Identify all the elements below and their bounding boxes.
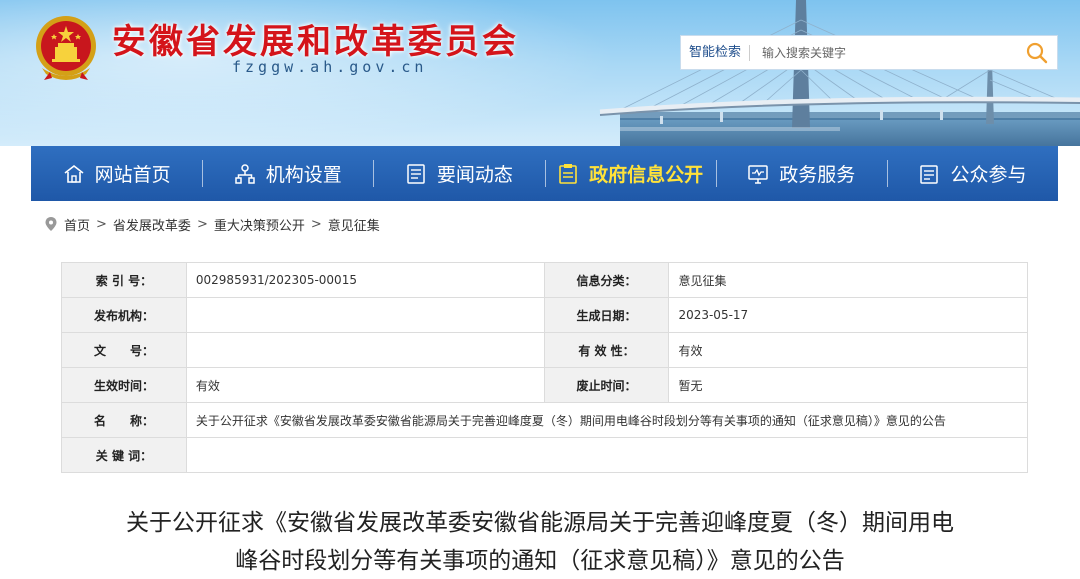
location-pin-icon	[45, 217, 57, 231]
info-disclosure-icon	[557, 163, 579, 185]
article-title-line: 峰谷时段划分等有关事项的通知（征求意见稿）》意见的公告	[235, 548, 845, 574]
breadcrumb: 首页 > 省发展改革委 > 重大决策预公开 > 意见征集	[44, 214, 380, 234]
home-icon	[63, 163, 85, 185]
breadcrumb-ndrc[interactable]: 省发展改革委	[113, 215, 191, 234]
bridge-illustration	[599, 0, 1080, 146]
nav-item-label: 政府信息公开	[589, 164, 704, 186]
article-title-line: 关于公开征求《安徽省发展改革委安徽省能源局关于完善迎峰度夏（冬）期间用电	[126, 510, 954, 536]
site-header: 安徽省发展和改革委员会 fzggw.ah.gov.cn 智能检索	[0, 0, 1080, 146]
article-title: 关于公开征求《安徽省发展改革委安徽省能源局关于完善迎峰度夏（冬）期间用电 峰谷时…	[60, 504, 1020, 579]
search-icon	[1026, 42, 1048, 63]
document-info-table: 索 引 号： 002985931/202305-00015 信息分类： 意见征集…	[61, 262, 1029, 473]
breadcrumb-separator: >	[310, 216, 322, 232]
validity-label: 有 效 性：	[543, 332, 670, 368]
news-icon	[405, 163, 427, 185]
keywords-value	[185, 437, 1029, 473]
nav-item-label: 公众参与	[950, 164, 1027, 186]
nav-item-news[interactable]: 要闻动态	[373, 146, 544, 201]
nav-item-services[interactable]: 政务服务	[715, 146, 887, 201]
search-input[interactable]	[750, 45, 1017, 60]
breadcrumb-home[interactable]: 首页	[64, 215, 90, 234]
index-no-value: 002985931/202305-00015	[185, 262, 545, 298]
search-label: 智能检索	[681, 44, 751, 61]
breadcrumb-separator: >	[96, 216, 107, 232]
keywords-label: 关 键 词：	[61, 437, 187, 473]
index-no-label: 索 引 号：	[61, 262, 187, 298]
org-chart-icon	[234, 163, 256, 185]
national-emblem-icon	[36, 16, 96, 80]
category-label: 信息分类：	[543, 262, 670, 298]
nav-item-info-disclosure[interactable]: 政府信息公开	[544, 146, 716, 201]
table-row: 发布机构： 生成日期： 2023-05-17	[61, 297, 1028, 333]
validity-value: 有效	[668, 332, 1028, 368]
doc-no-value	[185, 332, 545, 368]
table-row: 生效时间： 有效 废止时间： 暂无	[61, 367, 1028, 403]
monitor-icon	[747, 163, 769, 185]
doc-no-label: 文 号：	[61, 332, 187, 368]
main-nav: 网站首页 机构设置 要闻动态 政府信息公开 政务服务 公众参与	[31, 146, 1058, 201]
table-row: 索 引 号： 002985931/202305-00015 信息分类： 意见征集	[61, 262, 1028, 298]
search-button[interactable]	[1017, 36, 1057, 69]
nav-item-org[interactable]: 机构设置	[202, 146, 373, 201]
site-domain: fzggw.ah.gov.cn	[232, 58, 428, 76]
site-title: 安徽省发展和改革委员会	[112, 22, 519, 62]
name-label: 名 称：	[61, 402, 187, 438]
publisher-label: 发布机构：	[61, 297, 187, 333]
expiry-time-label: 废止时间：	[543, 367, 670, 403]
nav-item-label: 要闻动态	[436, 164, 513, 186]
table-row: 关 键 词：	[61, 437, 1029, 473]
nav-item-participation[interactable]: 公众参与	[886, 146, 1058, 201]
nav-item-label: 机构设置	[265, 164, 342, 186]
effective-time-label: 生效时间：	[61, 367, 187, 403]
created-date-label: 生成日期：	[543, 297, 670, 333]
name-value: 关于公开征求《安徽省发展改革委安徽省能源局关于完善迎峰度夏（冬）期间用电峰谷时段…	[185, 402, 1029, 438]
nav-item-home[interactable]: 网站首页	[31, 146, 202, 201]
nav-item-label: 网站首页	[94, 164, 171, 186]
search-box: 智能检索	[680, 35, 1058, 70]
breadcrumb-major-decisions[interactable]: 重大决策预公开	[214, 215, 305, 234]
expiry-time-value: 暂无	[668, 367, 1028, 403]
category-value: 意见征集	[668, 262, 1028, 298]
publisher-value	[185, 297, 545, 333]
breadcrumb-opinion-solicitation[interactable]: 意见征集	[328, 215, 380, 234]
clipboard-icon	[918, 163, 940, 185]
table-row: 文 号： 有 效 性： 有效	[61, 332, 1028, 368]
created-date-value: 2023-05-17	[668, 297, 1028, 333]
breadcrumb-separator: >	[196, 216, 208, 232]
table-row: 名 称： 关于公开征求《安徽省发展改革委安徽省能源局关于完善迎峰度夏（冬）期间用…	[61, 402, 1029, 438]
nav-item-label: 政务服务	[779, 164, 856, 186]
effective-time-value: 有效	[185, 367, 545, 403]
